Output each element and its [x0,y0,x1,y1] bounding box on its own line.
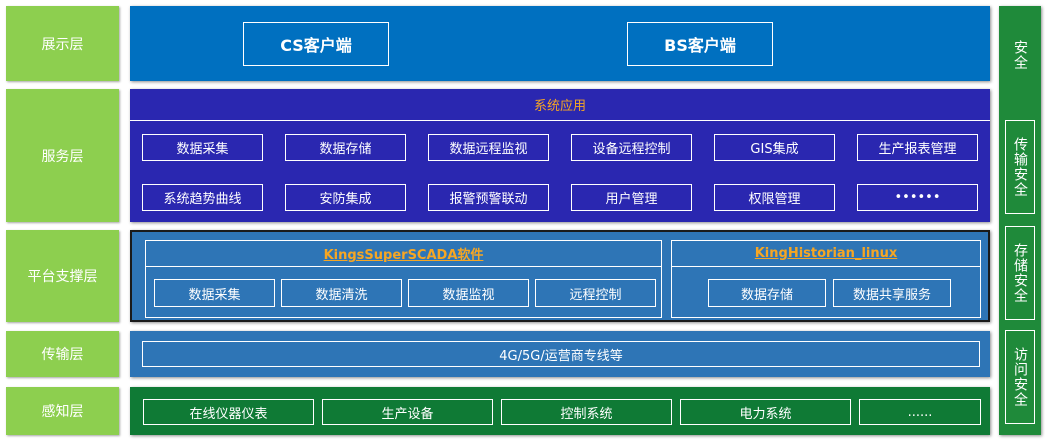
security-transmission: 传输安全 [1005,120,1035,214]
perception-layer-panel: 在线仪器仪表 生产设备 控制系统 电力系统 ...... [130,387,990,435]
service-item: 生产报表管理 [857,134,978,161]
perception-item: 控制系统 [501,399,672,425]
service-item: 设备远程控制 [571,134,692,161]
service-item: GIS集成 [714,134,835,161]
scada-group: KingsSuperSCADA软件 数据采集 数据清洗 数据监视 远程控制 [145,240,662,318]
historian-group: KingHistorian_linux 数据存储 数据共享服务 [671,240,981,318]
transport-layer-panel: 4G/5G/运营商专线等 [130,331,990,377]
scada-item: 数据清洗 [281,279,402,307]
service-item: 报警预警联动 [428,184,549,211]
service-item: •••••• [857,184,978,211]
service-item: 安防集成 [285,184,406,211]
security-top-label: 安全 [1012,40,1028,70]
scada-item: 数据监视 [408,279,529,307]
display-layer-panel: CS客户端 BS客户端 [130,6,990,81]
platform-layer-panel: KingsSuperSCADA软件 数据采集 数据清洗 数据监视 远程控制 Ki… [130,230,990,322]
cs-client-box: CS客户端 [243,22,389,66]
security-access: 访问安全 [1005,330,1035,424]
perception-item: 电力系统 [680,399,851,425]
scada-item: 数据采集 [154,279,275,307]
service-item: 权限管理 [714,184,835,211]
historian-item: 数据存储 [708,279,826,307]
layer-label-service: 服务层 [6,89,119,222]
service-item: 数据存储 [285,134,406,161]
historian-item: 数据共享服务 [833,279,951,307]
perception-item: 在线仪器仪表 [143,399,314,425]
scada-item: 远程控制 [535,279,656,307]
service-item: 数据远程监视 [428,134,549,161]
layer-label-platform: 平台支撑层 [6,230,119,322]
security-storage: 存储安全 [1005,226,1035,320]
historian-title: KingHistorian_linux [672,241,980,267]
service-item: 用户管理 [571,184,692,211]
security-column: 安全 传输安全 存储安全 访问安全 [999,6,1041,435]
scada-title: KingsSuperSCADA软件 [146,241,661,267]
layer-label-transport: 传输层 [6,331,119,377]
perception-item: 生产设备 [322,399,493,425]
layer-label-display: 展示层 [6,6,119,81]
perception-item: ...... [859,399,981,425]
service-item: 系统趋势曲线 [142,184,263,211]
transport-content: 4G/5G/运营商专线等 [142,341,980,367]
bs-client-box: BS客户端 [627,22,773,66]
service-layer-panel: 系统应用 数据采集 数据存储 数据远程监视 设备远程控制 GIS集成 生产报表管… [130,89,990,222]
service-item: 数据采集 [142,134,263,161]
layer-label-perception: 感知层 [6,387,119,435]
service-title: 系统应用 [130,89,990,121]
